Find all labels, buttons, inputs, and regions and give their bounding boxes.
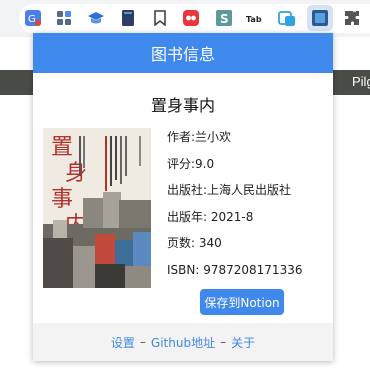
popup-header-title: 图书信息: [150, 45, 215, 64]
author-field: 作者:兰小欢: [167, 130, 232, 144]
cover-title-char-1: 置: [51, 135, 73, 160]
red-square-extension-icon[interactable]: [180, 7, 202, 29]
settings-link[interactable]: 设置: [111, 334, 135, 351]
book-info-list: 作者:兰小欢 评分:9.0 出版社:上海人民出版社 出版年: 2021-8 页数…: [167, 130, 302, 289]
cover-title-char-3: 事: [51, 187, 73, 212]
popup-header: 图书信息: [33, 33, 333, 73]
grid-apps-extension-icon[interactable]: [53, 7, 75, 29]
svg-text:G: G: [28, 14, 36, 25]
svg-text:Tab: Tab: [246, 15, 262, 24]
footer-separator: –: [139, 335, 146, 349]
book-cover-image: 置 身 事 内: [43, 128, 151, 288]
isbn-field: ISBN: 9787208171336: [167, 262, 303, 277]
translate-extension-icon[interactable]: G: [22, 7, 44, 29]
puzzle-extensions-icon[interactable]: [341, 7, 363, 29]
s-extension-icon[interactable]: S: [213, 7, 235, 29]
pages-field: 页数: 340: [167, 236, 222, 250]
graduation-cap-extension-icon[interactable]: [85, 7, 107, 29]
github-link[interactable]: Github地址: [151, 334, 215, 351]
book-info-popup: 图书信息 置身事内 置 身 事 内: [33, 33, 333, 361]
rating-field: 评分:9.0: [167, 156, 215, 171]
popup-footer: 设置 – Github地址 – 关于: [33, 323, 333, 361]
book-title: 置身事内: [150, 96, 215, 115]
tab-extension-icon[interactable]: Tab: [245, 7, 267, 29]
save-to-notion-button[interactable]: 保存到Notion: [200, 289, 284, 315]
footer-separator: –: [220, 335, 227, 349]
screenshot-extension-icon[interactable]: [276, 7, 298, 29]
browser-toolbar: G S Tab: [0, 0, 370, 37]
publisher-field: 出版社:上海人民出版社: [167, 183, 292, 197]
pub-year-field: 出版年: 2021-8: [167, 209, 254, 224]
about-link[interactable]: 关于: [231, 334, 255, 351]
douban-to-notion-extension-icon[interactable]: [307, 5, 333, 31]
background-page-text: Pilg: [352, 74, 370, 89]
svg-text:S: S: [220, 12, 229, 26]
notebook-extension-icon[interactable]: [117, 7, 139, 29]
bookmark-icon[interactable]: [149, 7, 171, 29]
